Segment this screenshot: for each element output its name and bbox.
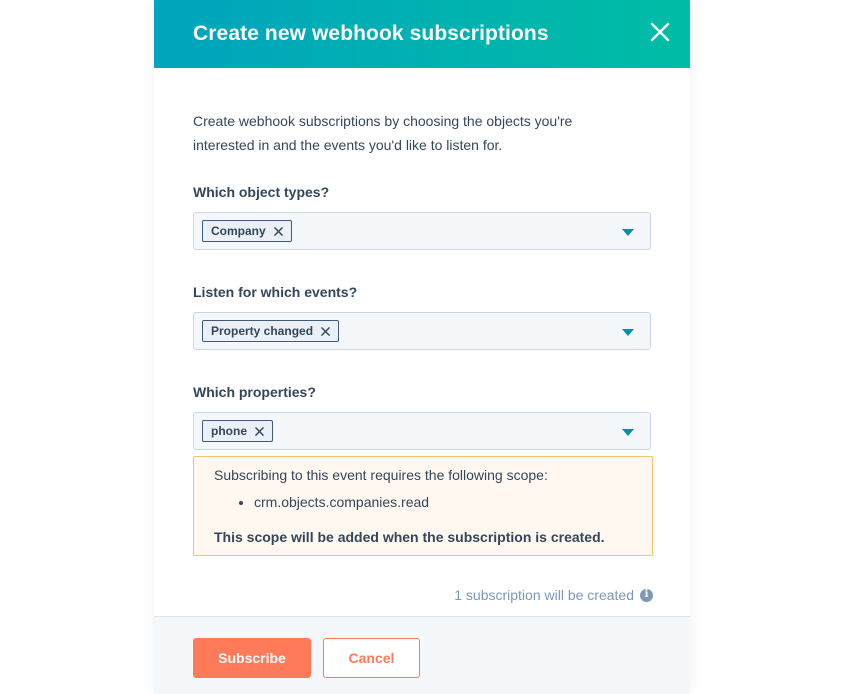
modal-footer: Subscribe Cancel [154,616,690,694]
selected-chip-property-changed: Property changed [202,320,340,342]
chip-label: phone [211,424,247,438]
subscribe-button[interactable]: Subscribe [193,638,311,678]
chevron-down-icon[interactable] [622,329,634,336]
events-label: Listen for which events? [193,284,358,300]
scope-alert-intro: Subscribing to this event requires the f… [214,467,548,483]
chevron-down-icon[interactable] [622,229,634,236]
object-types-select[interactable]: Company [193,212,651,250]
selected-chip-company: Company [202,220,292,242]
info-icon[interactable]: i [640,588,653,602]
modal-description: Create webhook subscriptions by choosing… [193,113,573,153]
chevron-down-icon[interactable] [622,429,634,436]
chip-label: Company [211,224,266,238]
events-field: Listen for which events? Property change… [193,284,653,350]
chip-remove-icon[interactable] [321,326,330,336]
scope-alert-note: This scope will be added when the subscr… [214,529,605,545]
scope-alert: Subscribing to this event requires the f… [193,456,653,556]
object-types-field: Which object types? Company [193,184,653,250]
modal-title: Create new webhook subscriptions [193,22,549,45]
properties-label: Which properties? [193,384,316,400]
modal-body: Create webhook subscriptions by choosing… [193,68,653,450]
webhook-subscription-modal: Create new webhook subscriptions Create … [154,0,690,694]
properties-select[interactable]: phone [193,412,651,450]
events-select[interactable]: Property changed [193,312,651,350]
chip-label: Property changed [211,324,314,338]
chip-remove-icon[interactable] [273,226,283,236]
properties-field: Which properties? phone [193,384,653,450]
selected-chip-phone: phone [202,420,273,442]
modal-header: Create new webhook subscriptions [154,0,690,68]
subscription-count-text: 1 subscription will be created [454,587,634,603]
chip-remove-icon[interactable] [255,426,264,436]
object-types-label: Which object types? [193,184,330,200]
subscription-count: 1 subscription will be created i [454,587,653,603]
cancel-button[interactable]: Cancel [323,638,420,678]
scope-list-item: crm.objects.companies.read [254,493,632,511]
scope-list: crm.objects.companies.read [214,493,632,511]
close-icon[interactable] [648,20,672,44]
